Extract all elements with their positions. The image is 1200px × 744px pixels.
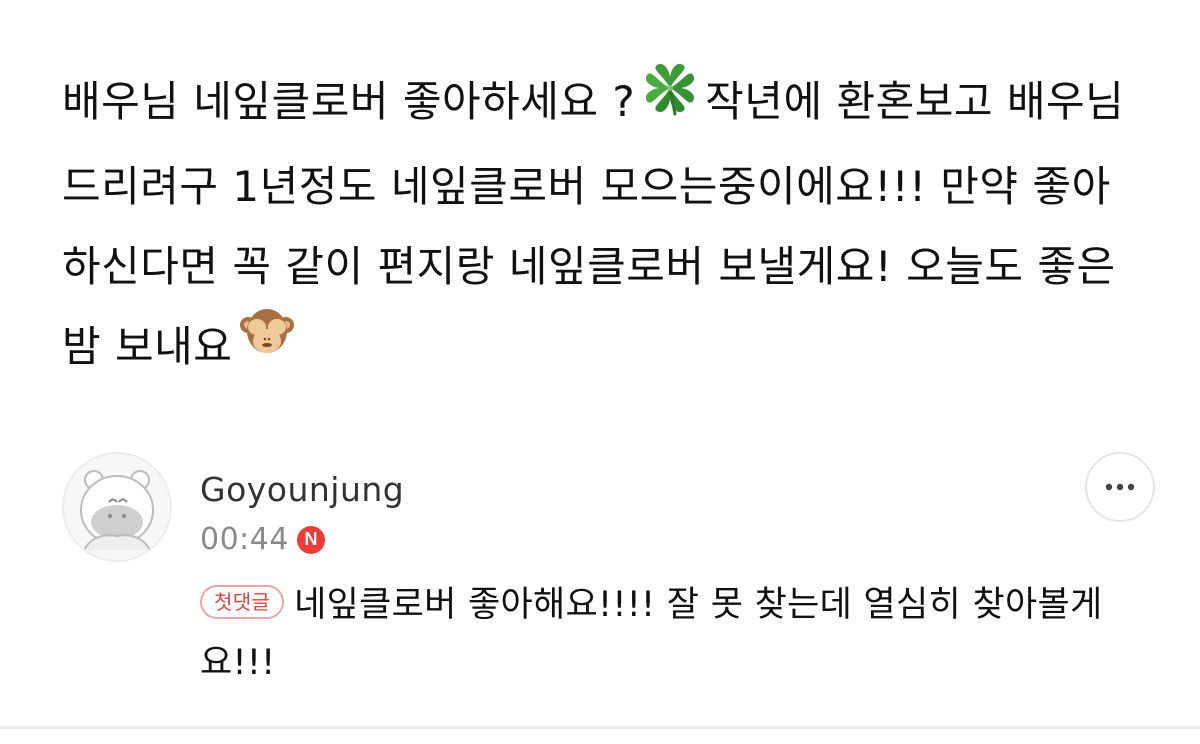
post-text: 배우님 네잎클로버 좋아하세요 ? 작년에 환혼보고 배우님 드리려구 1년정도… — [62, 62, 1147, 391]
comment-author[interactable]: Goyounjung — [200, 470, 404, 509]
post-text-part1: 배우님 네잎클로버 좋아하세요 ? — [62, 77, 636, 126]
see-no-evil-monkey-icon — [238, 303, 296, 387]
comment: Goyounjung 00:44 N 첫댓글 네잎클로버 좋아해요!!!! 잘 못… — [62, 452, 1162, 722]
comment-meta: 00:44 N — [200, 522, 325, 557]
more-horizontal-icon — [1105, 483, 1135, 491]
avatar[interactable] — [62, 452, 172, 562]
comment-body: 첫댓글 네잎클로버 좋아해요!!!! 잘 못 찾는데 열심히 찾아볼게요!!! — [200, 576, 1150, 692]
divider — [0, 726, 1200, 729]
first-comment-badge: 첫댓글 — [200, 585, 285, 619]
more-options-button[interactable] — [1085, 452, 1155, 522]
hippo-avatar-icon — [64, 454, 170, 560]
new-badge: N — [296, 525, 325, 554]
comment-text: 네잎클로버 좋아해요!!!! 잘 못 찾는데 열심히 찾아볼게요!!! — [200, 585, 1103, 683]
comment-time: 00:44 — [200, 522, 289, 557]
four-leaf-clover-icon — [641, 59, 699, 143]
